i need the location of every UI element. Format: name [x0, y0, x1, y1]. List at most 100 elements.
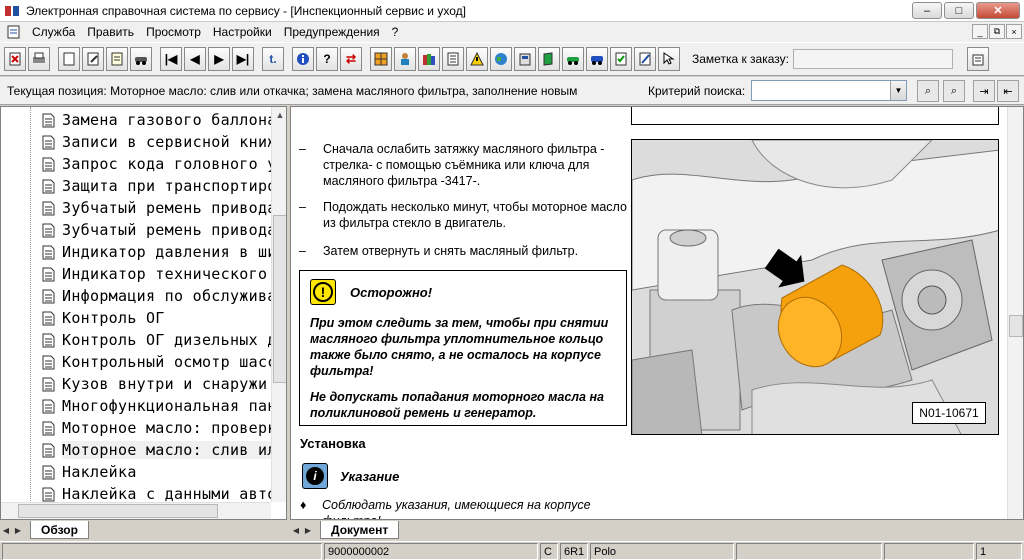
tree-item[interactable]: Замена газового баллона [42, 109, 277, 131]
edit-document-icon[interactable] [82, 47, 104, 71]
previous-figure-frame [631, 107, 999, 125]
figure-label: N01-10671 [912, 402, 986, 424]
step-text: Подождать несколько минут, чтобы моторно… [323, 200, 627, 230]
engine-illustration [632, 140, 998, 434]
first-page-icon[interactable]: |◀ [160, 47, 182, 71]
menu-warnings[interactable]: Предупреждения [278, 25, 386, 39]
position-bar: Текущая позиция: Моторное масло: слив ил… [0, 77, 1024, 105]
tree-item-label: Контрольный осмотр шасси [62, 353, 286, 371]
menu-edit[interactable]: Править [81, 25, 140, 39]
tab-prev-icon[interactable]: ◀ [290, 523, 302, 537]
chevron-down-icon[interactable]: ▼ [890, 81, 906, 100]
document-vertical-scrollbar[interactable] [1007, 107, 1023, 519]
tree-item[interactable]: Запрос кода головного устройства [42, 153, 286, 175]
document-menu-icon[interactable] [6, 24, 22, 40]
mdi-restore-button[interactable]: ⧉ [989, 24, 1005, 39]
tree-item[interactable]: Информация по обслуживанию [42, 285, 286, 307]
minimize-button[interactable]: – [912, 2, 942, 19]
order-note-button[interactable] [966, 47, 989, 71]
tree-item[interactable]: Записи в сервисной книжке [42, 131, 286, 153]
tab-document[interactable]: Документ [320, 521, 400, 539]
books-icon[interactable] [418, 47, 440, 71]
overview-tree-panel: Замена газового баллона Записи в сервисно… [0, 106, 287, 520]
context-help-icon[interactable] [658, 47, 680, 71]
document-icon [42, 201, 55, 216]
menu-settings[interactable]: Настройки [207, 25, 278, 39]
switch-icon[interactable]: ⇄ [340, 47, 362, 71]
info-icon[interactable] [292, 47, 314, 71]
section-title: Установка [300, 436, 366, 451]
person-icon[interactable] [394, 47, 416, 71]
tab-next-icon[interactable]: ▶ [12, 523, 24, 537]
search-criterion-select[interactable]: ▼ [751, 80, 907, 101]
search-back-icon[interactable]: ⌕ [943, 80, 965, 102]
tree-item-label: Зубчатый ремень привода ТНВД [62, 221, 286, 239]
document-icon [42, 355, 55, 370]
scroll-up-icon[interactable]: ▲ [272, 107, 286, 123]
level-up-icon[interactable]: t. [262, 47, 284, 71]
notes-icon[interactable] [106, 47, 128, 71]
caution-text: Не допускать попадания моторного масла н… [310, 390, 604, 420]
list-icon[interactable] [442, 47, 464, 71]
tree-item-label: Наклейка с данными автомобиля [62, 485, 286, 503]
tree-item[interactable]: Многофункциональная панель [42, 395, 287, 417]
edit-note-icon[interactable] [634, 47, 656, 71]
tree-item-label: Индикатор технического обслуживания [62, 265, 286, 283]
tab-overview[interactable]: Обзор [30, 521, 89, 539]
go-back-icon[interactable]: ⇤ [997, 80, 1019, 102]
vehicle-blue-icon[interactable] [586, 47, 608, 71]
car-icon[interactable] [130, 47, 152, 71]
order-note-input[interactable] [792, 49, 953, 69]
globe-icon[interactable] [490, 47, 512, 71]
tree-item[interactable]: Кузов внутри и снаружи [42, 373, 267, 395]
vehicle-green-icon[interactable] [562, 47, 584, 71]
exit-icon[interactable] [4, 47, 26, 71]
tree-item-label: Многофункциональная панель [62, 397, 287, 415]
tree-item[interactable]: Наклейка [42, 461, 137, 483]
search-forward-icon[interactable]: ⌕ [917, 80, 939, 102]
document-icon [42, 311, 55, 326]
tree-item[interactable]: Индикатор технического обслуживания [42, 263, 286, 285]
warning-icon[interactable] [466, 47, 488, 71]
caution-title: Осторожно! [350, 284, 433, 300]
tree-horizontal-scrollbar[interactable] [1, 502, 271, 519]
menu-help[interactable]: ? [386, 25, 405, 39]
scroll-thumb[interactable] [273, 215, 286, 383]
tree-item[interactable]: Контроль ОГ [42, 307, 165, 329]
tree-item[interactable]: Моторное масло: проверка уровня [42, 417, 286, 439]
menu-service[interactable]: Служба [26, 25, 81, 39]
repair-group-icon[interactable] [370, 47, 392, 71]
mdi-close-button[interactable]: × [1006, 24, 1022, 39]
checklist-icon[interactable] [610, 47, 632, 71]
tree-item[interactable]: Индикатор давления в шинах [42, 241, 286, 263]
tab-prev-icon[interactable]: ◀ [0, 523, 12, 537]
step-text: Сначала ослабить затяжку масляного фильт… [323, 142, 605, 188]
go-forward-icon[interactable]: ⇥ [973, 80, 995, 102]
menu-view[interactable]: Просмотр [140, 25, 207, 39]
current-position: Текущая позиция: Моторное масло: слив ил… [7, 83, 578, 98]
maximize-button[interactable]: □ [944, 2, 974, 19]
tree-vertical-scrollbar[interactable]: ▲ [271, 107, 286, 502]
status-model: Polo [590, 543, 734, 560]
print-icon[interactable] [28, 47, 50, 71]
new-document-icon[interactable] [58, 47, 80, 71]
mdi-minimize-button[interactable]: _ [972, 24, 988, 39]
scroll-thumb[interactable] [18, 504, 218, 518]
scroll-thumb[interactable] [1009, 315, 1023, 337]
tree-item[interactable]: Моторное масло: слив или откачка [42, 439, 286, 461]
tree-item[interactable]: Зубчатый ремень привода ГРМ [42, 197, 286, 219]
book-green-icon[interactable] [538, 47, 560, 71]
tree-item[interactable]: Зубчатый ремень привода ТНВД [42, 219, 286, 241]
tree-item[interactable]: Контрольный осмотр шасси [42, 351, 286, 373]
prev-page-icon[interactable]: ◀ [184, 47, 206, 71]
document-icon [42, 487, 55, 502]
close-button[interactable]: ✕ [976, 2, 1020, 19]
tab-next-icon[interactable]: ▶ [302, 523, 314, 537]
last-page-icon[interactable]: ▶| [232, 47, 254, 71]
filing-icon[interactable] [514, 47, 536, 71]
help-icon[interactable]: ? [316, 47, 338, 71]
left-tabbar: ◀ ▶ Обзор [0, 520, 287, 540]
next-page-icon[interactable]: ▶ [208, 47, 230, 71]
tree-item[interactable]: Контроль ОГ дизельных двигателей [42, 329, 286, 351]
tree-item[interactable]: Защита при транспортировке [42, 175, 286, 197]
